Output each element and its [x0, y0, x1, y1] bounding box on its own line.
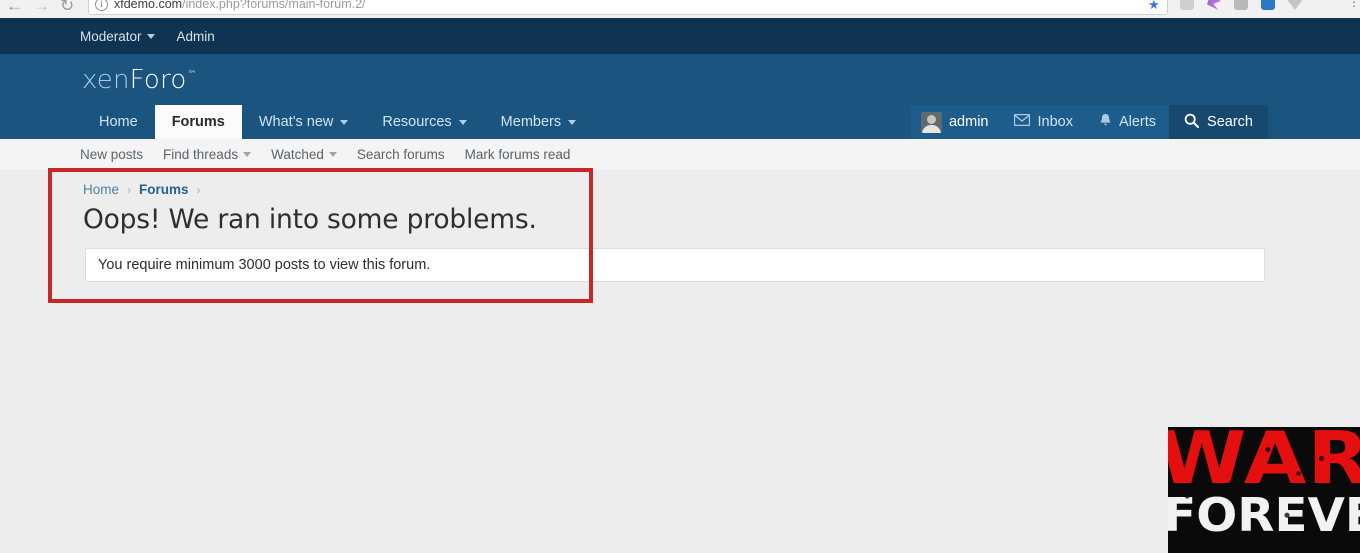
subnav-item-find-threads[interactable]: Find threads — [163, 147, 252, 162]
breadcrumb-item-home[interactable]: Home — [83, 182, 119, 197]
secondary-navigation: New posts Find threads Watched Search fo… — [0, 139, 1360, 171]
breadcrumb-separator: › — [196, 182, 201, 197]
chevron-down-icon — [340, 119, 349, 125]
search-button[interactable]: Search — [1169, 105, 1268, 139]
visitor-menu-inbox[interactable]: Inbox — [1001, 105, 1085, 139]
visitor-username: admin — [948, 114, 989, 130]
visitor-menu-alerts[interactable]: Alerts — [1086, 105, 1169, 139]
page-title: Oops! We ran into some problems. — [83, 204, 537, 235]
address-bar[interactable]: i xfdemo.com/index.php?forums/main-forum… — [88, 0, 1168, 15]
address-bar-host: xfdemo.com — [114, 0, 183, 11]
breadcrumb-separator: › — [127, 182, 132, 197]
browser-toolbar: ← → ↻ i xfdemo.com/index.php?forums/main… — [0, 0, 1360, 19]
nav-tab-label: What's new — [258, 114, 334, 130]
nav-tab-forums[interactable]: Forums — [154, 105, 242, 139]
star-icon[interactable]: ★ — [1148, 0, 1160, 13]
error-message-box: You require minimum 3000 posts to view t… — [85, 248, 1265, 282]
bell-icon — [1099, 113, 1112, 131]
watermark-line-forever: FOREVER — [1168, 488, 1360, 542]
error-message-text: You require minimum 3000 posts to view t… — [98, 257, 431, 273]
subnav-item-label: Search forums — [356, 147, 445, 162]
site-logo[interactable]: xenForo™ — [82, 65, 197, 95]
nav-tab-whats-new[interactable]: What's new — [242, 105, 366, 139]
kebab-menu-icon[interactable]: ⋮ — [1348, 0, 1360, 8]
extension-icon-1[interactable] — [1180, 0, 1194, 10]
reload-icon[interactable]: ↻ — [60, 0, 74, 14]
admin-bar-item-moderator[interactable]: Moderator — [80, 29, 155, 44]
content-container: Home › Forums › Oops! We ran into some p… — [0, 170, 1298, 553]
screen-root: ← → ↻ i xfdemo.com/index.php?forums/main… — [0, 0, 1360, 553]
nav-tab-resources[interactable]: Resources — [365, 105, 483, 139]
address-bar-path: /index.php?forums/main-forum.2/ — [182, 0, 366, 11]
browser-nav-buttons: ← → ↻ — [6, 0, 74, 16]
extension-icon-4[interactable] — [1261, 0, 1275, 10]
search-icon — [1184, 113, 1200, 132]
browser-extensions — [1180, 0, 1302, 10]
subnav-item-new-posts[interactable]: New posts — [80, 147, 143, 162]
war-forever-watermark: WAR FOREVER — [1168, 427, 1360, 553]
extension-icon-5[interactable] — [1288, 0, 1302, 10]
visitor-menu-account[interactable]: admin — [911, 105, 1002, 139]
address-bar-url: xfdemo.com/index.php?forums/main-forum.2… — [114, 0, 366, 11]
nav-tab-label: Resources — [382, 114, 452, 130]
subnav-item-search-forums[interactable]: Search forums — [357, 147, 445, 162]
nav-tab-home[interactable]: Home — [82, 105, 155, 139]
admin-bar-item-label: Moderator — [80, 28, 142, 44]
subnav-item-label: Watched — [271, 147, 324, 162]
nav-tab-label: Home — [99, 114, 138, 130]
logo-text-xen: xen — [82, 65, 130, 95]
chevron-down-icon — [243, 152, 252, 157]
chevron-down-icon — [146, 33, 155, 39]
subnav-item-mark-forums-read[interactable]: Mark forums read — [465, 147, 571, 162]
visitor-navigation: admin Inbox Alerts Search — [910, 105, 1268, 139]
nav-tab-members[interactable]: Members — [484, 105, 593, 139]
subnav-item-label: Mark forums read — [464, 147, 571, 162]
admin-bar-item-label: Admin — [176, 28, 215, 44]
chevron-down-icon — [568, 119, 577, 125]
nav-tab-label: Members — [500, 114, 562, 130]
logo-trademark: ™ — [187, 70, 197, 80]
chevron-down-icon — [458, 119, 467, 125]
back-arrow-icon[interactable]: ← — [6, 0, 23, 14]
breadcrumb-item-forums[interactable]: Forums — [139, 182, 189, 197]
forward-arrow-icon[interactable]: → — [33, 0, 50, 14]
page-body: Home › Forums › Oops! We ran into some p… — [0, 170, 1360, 553]
breadcrumb: Home › Forums › — [83, 182, 201, 197]
logo-text-foro: Foro — [129, 65, 187, 95]
admin-bar-item-admin[interactable]: Admin — [177, 29, 215, 44]
watermark-line-war: WAR — [1168, 427, 1360, 500]
subnav-item-watched[interactable]: Watched — [271, 147, 337, 162]
chevron-down-icon — [328, 152, 337, 157]
visitor-alerts-label: Alerts — [1118, 114, 1157, 130]
visitor-inbox-label: Inbox — [1037, 114, 1073, 130]
info-circle-icon[interactable]: i — [95, 0, 108, 11]
site-header: xenForo™ Home Forums What's new Resource… — [0, 54, 1360, 139]
search-label: Search — [1207, 114, 1253, 130]
admin-bar: Moderator Admin — [0, 18, 1360, 54]
nav-tab-label: Forums — [171, 114, 225, 130]
envelope-icon — [1014, 113, 1031, 130]
subnav-item-label: Find threads — [163, 147, 239, 162]
avatar — [920, 111, 942, 133]
extension-icon-3[interactable] — [1234, 0, 1248, 10]
extension-icon-2[interactable] — [1207, 0, 1221, 10]
subnav-item-label: New posts — [80, 147, 144, 162]
primary-navigation: Home Forums What's new Resources Members — [82, 105, 593, 139]
